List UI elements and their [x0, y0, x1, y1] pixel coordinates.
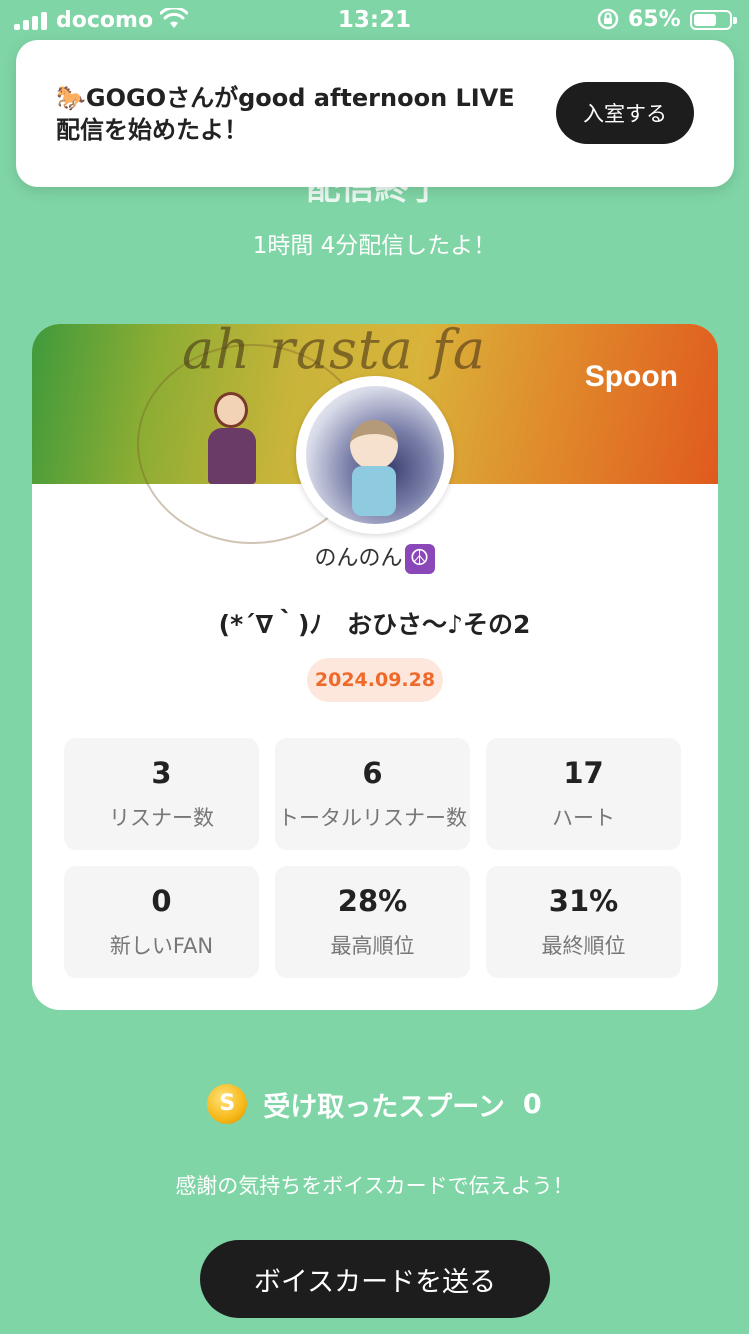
stat-new-fans: 0 新しいFAN	[64, 866, 259, 978]
spoons-received: S 受け取ったスプーン 0	[0, 1082, 749, 1126]
stat-label: 最高順位	[330, 934, 415, 958]
stats-grid: 3 リスナー数 6 トータルリスナー数 17 ハート 0 新しいFAN 28% …	[64, 738, 681, 978]
stat-total-listeners: 6 トータルリスナー数	[275, 738, 470, 850]
notification-message: 🐎GOGOさんがgood afternoon LIVE配信を始めたよ！	[56, 84, 515, 144]
stat-value: 17	[563, 756, 604, 790]
rotation-lock-icon	[596, 7, 620, 36]
spoon-logo: Spoon	[584, 360, 678, 393]
stat-hearts: 17 ハート	[486, 738, 681, 850]
spoons-count: 0	[522, 1088, 542, 1120]
avatar[interactable]	[296, 376, 454, 534]
stat-value: 6	[362, 756, 383, 790]
battery-icon	[690, 10, 737, 30]
cover-illustration	[202, 384, 262, 484]
stat-final-rank: 31% 最終順位	[486, 866, 681, 978]
battery-percent: 65%	[628, 7, 681, 32]
spoons-label: 受け取ったスプーン	[263, 1091, 505, 1123]
username[interactable]: のんのん ☮	[0, 540, 749, 574]
stat-label: リスナー数	[109, 806, 214, 830]
cover-text: ah rasta fa	[182, 324, 487, 381]
status-bar: docomo 13:21 65%	[0, 0, 749, 40]
date-badge: 2024.09.28	[307, 658, 443, 702]
live-notification-banner[interactable]: 🐎GOGOさんがgood afternoon LIVE配信を始めたよ！ 入室する	[16, 40, 734, 187]
stat-value: 31%	[548, 884, 619, 918]
stat-highest-rank: 28% 最高順位	[275, 866, 470, 978]
peace-icon: ☮	[404, 544, 435, 574]
stat-listeners: 3 リスナー数	[64, 738, 259, 850]
enter-room-button[interactable]: 入室する	[556, 82, 694, 144]
broadcast-duration: 1時間 4分配信したよ！	[252, 233, 497, 259]
stat-label: 最終順位	[541, 934, 626, 958]
live-title: (*´∇｀)ﾉ おひさ〜♪その2	[218, 610, 531, 639]
spoon-coin-icon: S	[207, 1084, 248, 1124]
stat-label: 新しいFAN	[109, 934, 214, 958]
thanks-message: 感謝の気持ちをボイスカードで伝えよう！	[175, 1174, 574, 1198]
horse-icon: 🐎	[56, 84, 86, 112]
stat-value: 3	[151, 756, 172, 790]
stat-label: トータルリスナー数	[278, 806, 467, 830]
send-voice-card-button[interactable]: ボイスカードを送る	[200, 1240, 550, 1318]
stat-value: 0	[151, 884, 172, 918]
stat-value: 28%	[337, 884, 408, 918]
stat-label: ハート	[552, 806, 615, 830]
